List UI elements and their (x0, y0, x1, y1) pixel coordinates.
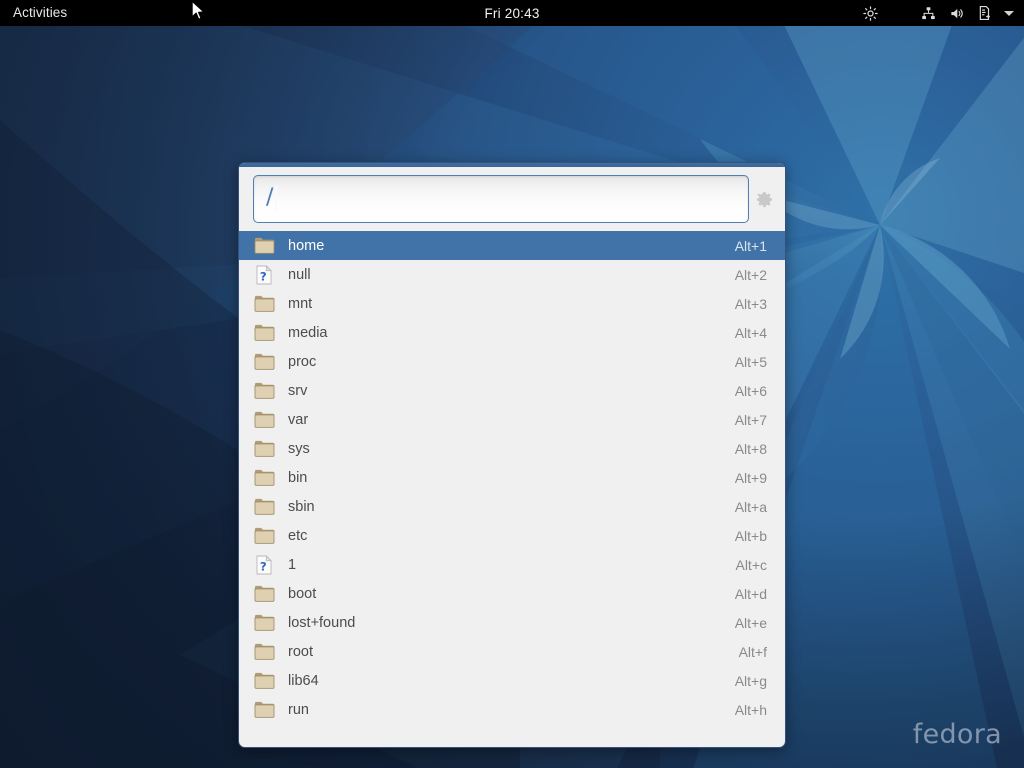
result-row[interactable]: sbin Alt+a (239, 492, 785, 521)
result-row[interactable]: boot Alt+d (239, 579, 785, 608)
folder-icon (253, 235, 275, 257)
result-label: bin (288, 469, 308, 486)
result-label: lib64 (288, 672, 319, 689)
result-label: run (288, 701, 309, 718)
status-area[interactable] (861, 0, 1018, 26)
result-row[interactable]: lost+found Alt+e (239, 608, 785, 637)
folder-icon (253, 699, 275, 721)
result-label: etc (288, 527, 308, 544)
entry-area: / (239, 167, 785, 231)
result-row[interactable]: srv Alt+6 (239, 376, 785, 405)
result-shortcut: Alt+5 (734, 353, 767, 370)
folder-icon (253, 496, 275, 518)
result-shortcut: Alt+7 (734, 411, 767, 428)
result-label: home (288, 237, 325, 254)
search-input-value: / (266, 185, 274, 210)
text-caret (275, 186, 278, 212)
unknown-file-icon (253, 264, 275, 286)
result-label: mnt (288, 295, 313, 312)
result-shortcut: Alt+e (734, 614, 767, 631)
result-shortcut: Alt+2 (734, 266, 767, 283)
result-shortcut: Alt+h (734, 701, 767, 718)
folder-icon (253, 438, 275, 460)
search-input[interactable]: / (253, 175, 749, 223)
result-label: srv (288, 382, 308, 399)
folder-icon (253, 525, 275, 547)
folder-icon (253, 641, 275, 663)
result-shortcut: Alt+6 (734, 382, 767, 399)
folder-icon (253, 670, 275, 692)
result-list[interactable]: home Alt+1 null Alt+2 mnt Alt+3 media Alt+4 proc… (239, 231, 785, 724)
run-dialog: / home Alt+1 null Alt+2 mnt Alt+3 media Alt+4 pr… (238, 162, 786, 748)
result-label: lost+found (288, 614, 356, 631)
result-shortcut: Alt+1 (734, 237, 767, 254)
result-row[interactable]: media Alt+4 (239, 318, 785, 347)
result-row[interactable]: sys Alt+8 (239, 434, 785, 463)
result-label: sbin (288, 498, 315, 515)
volume-icon[interactable] (947, 0, 966, 26)
result-row[interactable]: home Alt+1 (239, 231, 785, 260)
chevron-down-icon[interactable] (1004, 10, 1014, 16)
result-label: sys (288, 440, 310, 457)
result-row[interactable]: var Alt+7 (239, 405, 785, 434)
result-label: media (288, 324, 328, 341)
result-label: null (288, 266, 311, 283)
result-row[interactable]: null Alt+2 (239, 260, 785, 289)
result-label: boot (288, 585, 317, 602)
result-shortcut: Alt+3 (734, 295, 767, 312)
result-row[interactable]: lib64 Alt+g (239, 666, 785, 695)
unknown-file-icon (253, 554, 275, 576)
folder-icon (253, 583, 275, 605)
network-wired-icon[interactable] (919, 0, 938, 26)
result-label: proc (288, 353, 317, 370)
result-shortcut: Alt+d (734, 585, 767, 602)
result-shortcut: Alt+4 (734, 324, 767, 341)
result-label: root (288, 643, 313, 660)
folder-icon (253, 351, 275, 373)
result-row[interactable]: proc Alt+5 (239, 347, 785, 376)
folder-icon (253, 612, 275, 634)
desktop-screen: fedora Activities Fri 20:43 / home Alt+1… (0, 0, 1024, 768)
result-shortcut: Alt+8 (734, 440, 767, 457)
result-label: 1 (288, 556, 297, 573)
brightness-icon[interactable] (861, 0, 880, 26)
result-shortcut: Alt+b (734, 527, 767, 544)
result-row[interactable]: root Alt+f (239, 637, 785, 666)
battery-icon[interactable] (975, 0, 994, 26)
result-row[interactable]: etc Alt+b (239, 521, 785, 550)
fedora-watermark: fedora (912, 719, 1002, 750)
top-panel: Activities Fri 20:43 (0, 0, 1024, 26)
folder-icon (253, 380, 275, 402)
folder-icon (253, 409, 275, 431)
result-row[interactable]: mnt Alt+3 (239, 289, 785, 318)
folder-icon (253, 293, 275, 315)
result-label: var (288, 411, 309, 428)
result-shortcut: Alt+a (734, 498, 767, 515)
gear-icon[interactable] (749, 175, 779, 223)
folder-icon (253, 322, 275, 344)
result-shortcut: Alt+f (738, 643, 767, 660)
result-row[interactable]: run Alt+h (239, 695, 785, 724)
activities-button[interactable]: Activities (0, 0, 77, 26)
result-row[interactable]: 1 Alt+c (239, 550, 785, 579)
folder-icon (253, 467, 275, 489)
result-shortcut: Alt+g (734, 672, 767, 689)
result-row[interactable]: bin Alt+9 (239, 463, 785, 492)
result-shortcut: Alt+9 (734, 469, 767, 486)
result-shortcut: Alt+c (735, 556, 767, 573)
